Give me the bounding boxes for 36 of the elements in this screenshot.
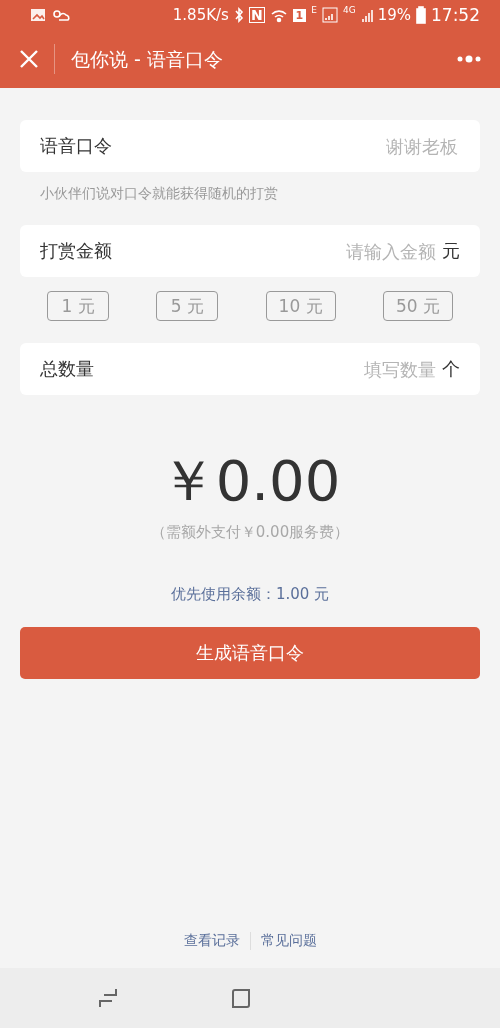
bluetooth-icon [233, 7, 244, 23]
amount-chip[interactable]: 10 元 [265, 291, 336, 321]
input-field[interactable]: 总数量 填写数量 个 [20, 343, 480, 395]
close-icon[interactable] [18, 48, 40, 70]
footer-link[interactable]: 常见问题 [249, 932, 327, 950]
weather-icon [51, 7, 71, 23]
network-speed: 1.85K/s [172, 7, 229, 23]
window-title: 包你说 - 语音口令 [54, 44, 456, 74]
clock: 17:52 [431, 6, 480, 24]
home-icon[interactable] [230, 987, 252, 1009]
battery-level: 19% [377, 7, 411, 23]
text-input[interactable]: 谢谢老板 [112, 134, 460, 158]
network-type: 4G [342, 6, 356, 15]
signal-icon [360, 7, 373, 23]
input-field[interactable]: 打赏金额 请输入金额 元 [20, 225, 480, 277]
amount-chip[interactable]: 1 元 [47, 291, 109, 321]
fee-note: （需额外支付￥0.00服务费） [150, 523, 350, 542]
footer-link[interactable]: 查看记录 [173, 932, 250, 950]
image-icon [30, 7, 46, 23]
hint-text: 小伙伴们说对口令就能获得随机的打赏 [39, 184, 279, 203]
total-amount: ￥0.00 [159, 453, 341, 509]
text-input[interactable]: 请输入金额 [112, 239, 438, 263]
sim-indicator: 1 [292, 8, 307, 22]
wifi-icon [269, 7, 288, 23]
nfc-indicator: N [248, 7, 265, 23]
battery-icon [416, 6, 426, 24]
network-type: E [311, 6, 317, 15]
recent-apps-icon[interactable] [98, 987, 118, 1009]
text-input[interactable]: 填写数量 [94, 357, 438, 381]
submit-button[interactable]: 生成语音口令 [20, 627, 480, 679]
amount-chip[interactable]: 50 元 [382, 291, 453, 321]
balance-note: 优先使用余额：1.00 元 [170, 585, 330, 604]
amount-chip[interactable]: 5 元 [156, 291, 219, 321]
signal-icon [321, 7, 338, 23]
more-icon[interactable] [456, 54, 482, 64]
input-field[interactable]: 语音口令 谢谢老板 [20, 120, 480, 172]
